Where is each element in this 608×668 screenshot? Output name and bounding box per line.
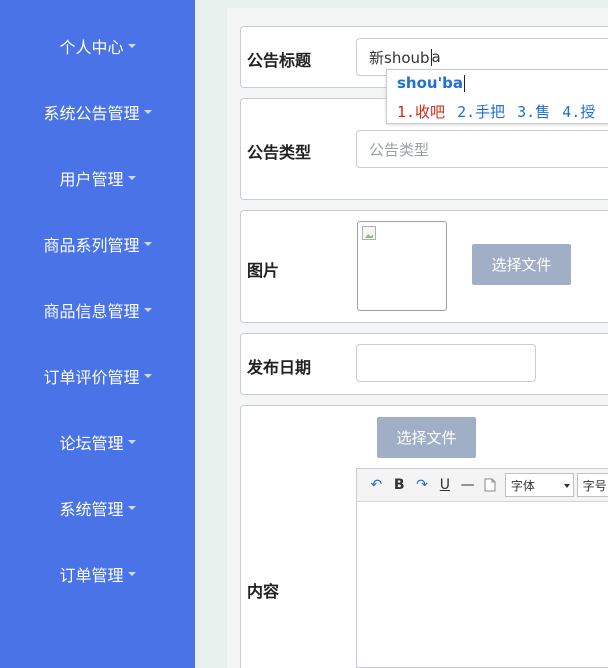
date-label: 发布日期 (247, 358, 312, 377)
chevron-down-icon (143, 110, 152, 114)
bold-button[interactable]: B (388, 473, 411, 497)
ime-candidate-4[interactable]: 4.授 (562, 103, 595, 121)
chevron-down-icon (563, 484, 570, 488)
title-label: 公告标题 (247, 51, 312, 70)
image-preview (357, 221, 447, 311)
content-choose-file-button[interactable]: 选择文件 (377, 417, 476, 458)
ime-candidate-1[interactable]: 1.收吧 (397, 103, 445, 121)
ime-pinyin: shou'ba (397, 74, 466, 92)
chevron-down-icon (127, 440, 136, 444)
form-row-date: 发布日期 (240, 333, 608, 395)
ime-candidate-3[interactable]: 3.售 (517, 103, 550, 121)
broken-image-icon (362, 226, 376, 240)
sidebar-item-label: 用户管理 (59, 170, 124, 189)
sidebar-item-label: 系统公告管理 (43, 104, 140, 123)
sidebar-item-users[interactable]: 用户管理 (0, 158, 195, 198)
chevron-down-icon (143, 242, 152, 246)
sidebar-item-product-info[interactable]: 商品信息管理 (0, 290, 195, 330)
sidebar-item-forum[interactable]: 论坛管理 (0, 422, 195, 462)
font-size-select[interactable]: 字号 (576, 473, 608, 497)
ime-cursor (464, 75, 466, 92)
sidebar-item-label: 订单管理 (59, 566, 124, 585)
ime-candidate-2[interactable]: 2.手把 (457, 103, 505, 121)
page-icon[interactable] (479, 473, 502, 497)
form-row-image: 图片 选择文件 (240, 210, 608, 323)
sidebar-item-label: 个人中心 (59, 38, 124, 57)
chevron-down-icon (127, 572, 136, 576)
redo-icon[interactable]: ↷ (411, 473, 434, 497)
ime-candidates: 1.收吧 2.手把 3.售 4.授 (397, 101, 607, 122)
editor-toolbar: ↶ B ↷ U — 字体 字号 (357, 469, 608, 502)
image-label: 图片 (247, 261, 280, 280)
undo-icon[interactable]: ↶ (365, 473, 388, 497)
sidebar: 个人中心 系统公告管理 用户管理 商品系列管理 商品信息管理 订单评价管理 论坛… (0, 0, 195, 668)
sidebar-item-orders[interactable]: 订单管理 (0, 554, 195, 594)
chevron-down-icon (127, 44, 136, 48)
title-input-value-tail: a (431, 48, 441, 66)
chevron-down-icon (143, 308, 152, 312)
type-label: 公告类型 (247, 143, 312, 162)
sidebar-item-product-series[interactable]: 商品系列管理 (0, 224, 195, 264)
chevron-down-icon (127, 506, 136, 510)
sidebar-item-order-reviews[interactable]: 订单评价管理 (0, 356, 195, 396)
sidebar-item-label: 订单评价管理 (43, 368, 140, 387)
image-choose-file-button[interactable]: 选择文件 (472, 244, 571, 285)
type-input-placeholder: 公告类型 (369, 140, 430, 159)
sidebar-item-announcements[interactable]: 系统公告管理 (0, 92, 195, 132)
sidebar-item-label: 系统管理 (59, 500, 124, 519)
font-family-select-value: 字体 (510, 478, 535, 493)
rich-text-editor[interactable]: ↶ B ↷ U — 字体 字号 (356, 468, 608, 668)
type-input[interactable]: 公告类型 (356, 130, 608, 168)
horizontal-rule-button[interactable]: — (456, 473, 479, 497)
content-label: 内容 (247, 582, 280, 601)
sidebar-item-label: 商品信息管理 (43, 302, 140, 321)
ime-candidate-popup: shou'ba 1.收吧 2.手把 3.售 4.授 (386, 69, 608, 124)
chevron-down-icon (143, 374, 152, 378)
chevron-down-icon (127, 176, 136, 180)
font-family-select[interactable]: 字体 (504, 473, 574, 497)
sidebar-item-personal-center[interactable]: 个人中心 (0, 26, 195, 66)
font-size-select-value: 字号 (582, 478, 607, 493)
underline-button[interactable]: U (433, 473, 456, 497)
date-input[interactable] (356, 344, 536, 382)
content-gutter (195, 0, 227, 668)
sidebar-item-system[interactable]: 系统管理 (0, 488, 195, 528)
sidebar-item-label: 论坛管理 (59, 434, 124, 453)
title-input-value: 新shoub (369, 48, 430, 67)
ime-pinyin-text: shou'ba (397, 74, 464, 92)
sidebar-item-label: 商品系列管理 (43, 236, 140, 255)
